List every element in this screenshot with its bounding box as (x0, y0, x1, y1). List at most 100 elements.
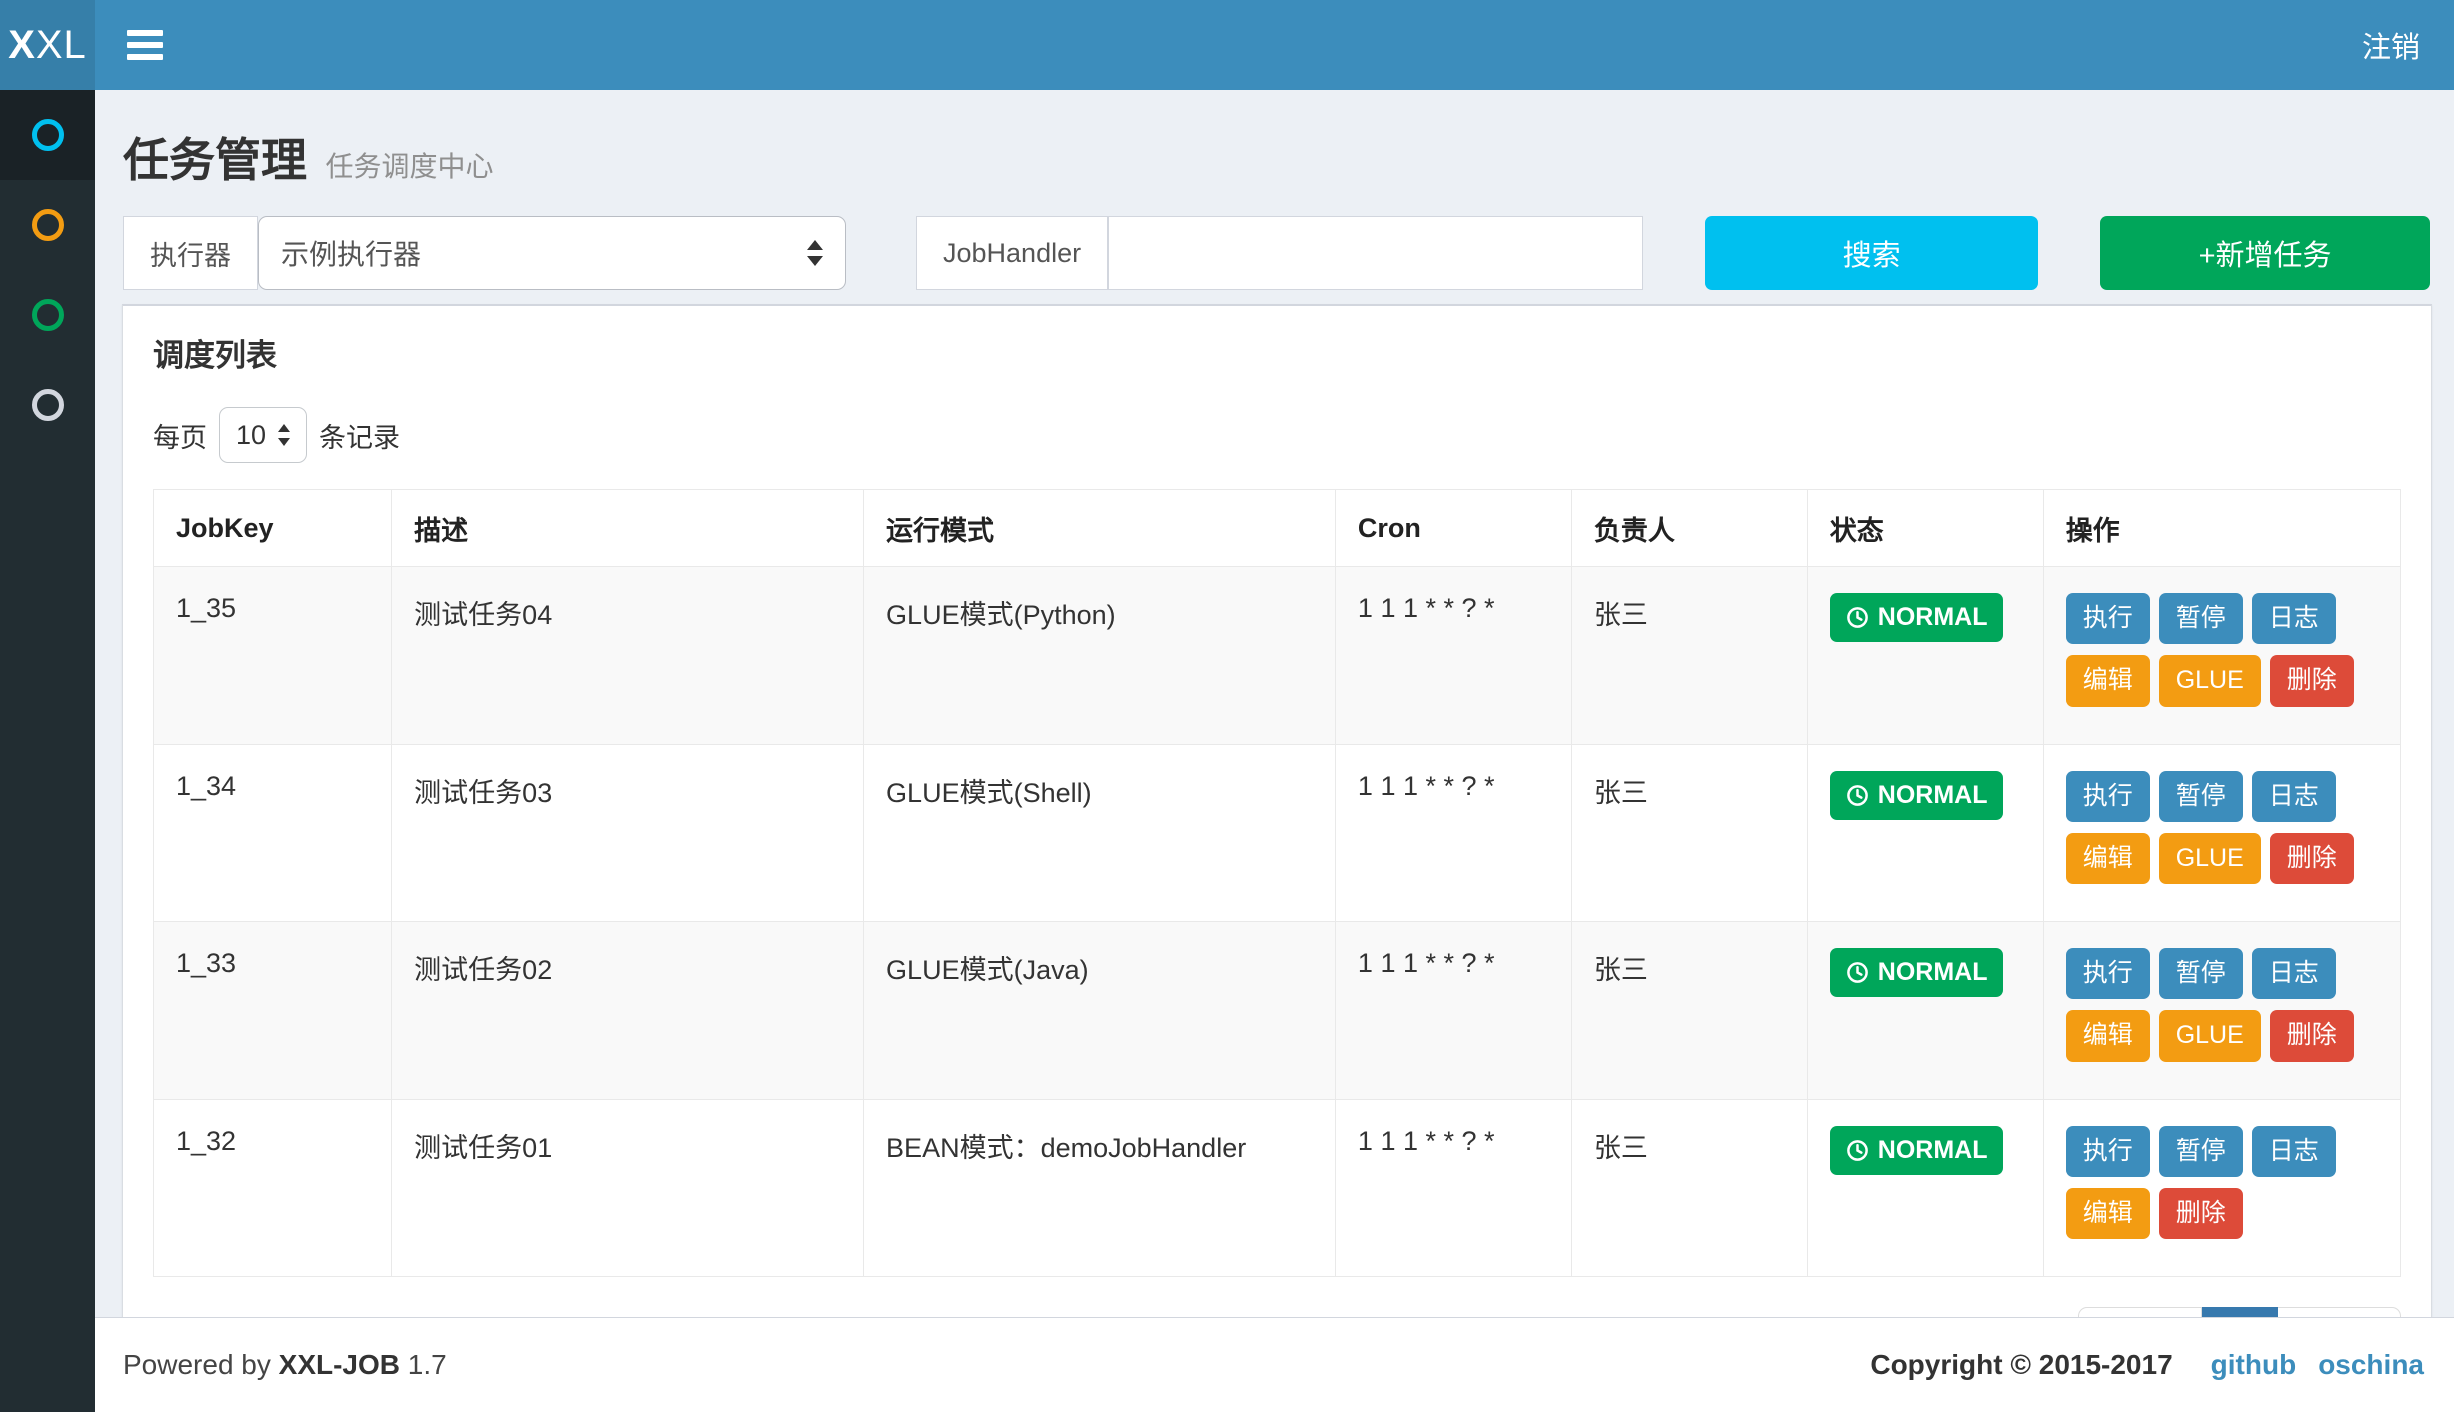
brand-name: XXL-JOB (279, 1349, 400, 1380)
column-header-0: JobKey (154, 490, 392, 567)
cell-description: 测试任务02 (392, 922, 864, 1100)
oschina-link[interactable]: oschina (2318, 1349, 2424, 1381)
status-text: NORMAL (1878, 781, 1988, 810)
sidebar-item-3[interactable] (0, 270, 95, 360)
pause-button[interactable]: 暂停 (2159, 1126, 2243, 1177)
edit-button[interactable]: 编辑 (2066, 655, 2150, 706)
column-header-4: 负责人 (1571, 490, 1807, 567)
glue-button[interactable]: GLUE (2159, 655, 2261, 706)
cell-jobkey: 1_34 (154, 744, 392, 922)
run-button[interactable]: 执行 (2066, 771, 2150, 822)
page-subtitle: 任务调度中心 (325, 151, 493, 182)
cell-jobkey: 1_35 (154, 567, 392, 745)
search-button[interactable]: 搜索 (1705, 216, 2038, 290)
logout-link[interactable]: 注销 (2328, 0, 2454, 90)
add-job-button[interactable]: +新增任务 (2100, 216, 2430, 290)
cell-cron: 1 1 1 * * ? * (1335, 567, 1571, 745)
clock-icon (1846, 1139, 1869, 1162)
content-header: 任务管理 任务调度中心 (95, 90, 2454, 208)
page-size-row: 每页 10 条记录 (153, 407, 2401, 463)
log-button[interactable]: 日志 (2252, 1126, 2336, 1177)
sidebar-item-2[interactable] (0, 180, 95, 270)
cell-owner: 张三 (1571, 567, 1807, 745)
edit-button[interactable]: 编辑 (2066, 1188, 2150, 1239)
select-arrows-icon (278, 424, 290, 446)
glue-button[interactable]: GLUE (2159, 1010, 2261, 1061)
page-size-suffix: 条记录 (319, 416, 400, 455)
cell-mode: GLUE模式(Java) (864, 922, 1336, 1100)
status-text: NORMAL (1878, 958, 1988, 987)
status-badge: NORMAL (1830, 593, 2004, 642)
delete-button[interactable]: 删除 (2159, 1188, 2243, 1239)
cell-status: NORMAL (1807, 567, 2043, 745)
clock-icon (1846, 606, 1869, 629)
page-size-prefix: 每页 (153, 416, 207, 455)
logo-text-bold: X (8, 23, 36, 68)
executor-label: 执行器 (123, 216, 258, 290)
executor-selected-value: 示例执行器 (281, 233, 421, 273)
cell-owner: 张三 (1571, 744, 1807, 922)
main-content: 任务管理 任务调度中心 执行器 示例执行器 JobHandler 搜索 +新增任… (95, 90, 2454, 1412)
status-text: NORMAL (1878, 603, 1988, 632)
brand-version: 1.7 (408, 1349, 447, 1380)
run-button[interactable]: 执行 (2066, 948, 2150, 999)
jobhandler-label: JobHandler (916, 216, 1108, 290)
cell-status: NORMAL (1807, 922, 2043, 1100)
log-button[interactable]: 日志 (2252, 593, 2336, 644)
log-button[interactable]: 日志 (2252, 771, 2336, 822)
schedule-list-panel: 调度列表 每页 10 条记录 JobKey描述运行模式Cron负责人状态操作 1… (122, 304, 2432, 1412)
sidebar-toggle-button[interactable] (109, 0, 181, 90)
cell-jobkey: 1_33 (154, 922, 392, 1100)
run-button[interactable]: 执行 (2066, 1126, 2150, 1177)
log-button[interactable]: 日志 (2252, 948, 2336, 999)
cell-description: 测试任务01 (392, 1099, 864, 1277)
clock-icon (1846, 784, 1869, 807)
page-size-select[interactable]: 10 (219, 407, 307, 463)
select-arrows-icon (807, 240, 823, 266)
run-button[interactable]: 执行 (2066, 593, 2150, 644)
cell-owner: 张三 (1571, 1099, 1807, 1277)
delete-button[interactable]: 删除 (2270, 1010, 2354, 1061)
panel-title: 调度列表 (153, 330, 2401, 375)
status-text: NORMAL (1878, 1136, 1988, 1165)
github-link[interactable]: github (2211, 1349, 2297, 1381)
page-size-value: 10 (236, 420, 266, 451)
table-row: 1_34 测试任务03 GLUE模式(Shell) 1 1 1 * * ? * … (154, 744, 2401, 922)
column-header-6: 操作 (2043, 490, 2400, 567)
pause-button[interactable]: 暂停 (2159, 593, 2243, 644)
powered-by-text: Powered by XXL-JOB 1.7 (123, 1349, 447, 1381)
app-window: XXL 注销 任务管理 任务调度中心 执行器 示例执行器 JobHandler … (0, 0, 2454, 1412)
pause-button[interactable]: 暂停 (2159, 948, 2243, 999)
pause-button[interactable]: 暂停 (2159, 771, 2243, 822)
executor-select[interactable]: 示例执行器 (258, 216, 846, 290)
sidebar-item-job-manage[interactable] (0, 90, 95, 180)
jobhandler-input[interactable] (1108, 216, 1643, 290)
glue-button[interactable]: GLUE (2159, 833, 2261, 884)
status-badge: NORMAL (1830, 771, 2004, 820)
edit-button[interactable]: 编辑 (2066, 833, 2150, 884)
delete-button[interactable]: 删除 (2270, 833, 2354, 884)
status-badge: NORMAL (1830, 1126, 2004, 1175)
sidebar-menu (0, 90, 95, 1412)
page-footer: Powered by XXL-JOB 1.7 Copyright © 2015-… (95, 1317, 2454, 1412)
column-header-2: 运行模式 (864, 490, 1336, 567)
page-title: 任务管理 (123, 134, 307, 186)
cell-actions: 执行暂停日志编辑GLUE删除 (2043, 567, 2400, 745)
edit-button[interactable]: 编辑 (2066, 1010, 2150, 1061)
cell-actions: 执行暂停日志编辑GLUE删除 (2043, 744, 2400, 922)
table-row: 1_32 测试任务01 BEAN模式：demoJobHandler 1 1 1 … (154, 1099, 2401, 1277)
status-badge: NORMAL (1830, 948, 2004, 997)
delete-button[interactable]: 删除 (2270, 655, 2354, 706)
cell-mode: BEAN模式：demoJobHandler (864, 1099, 1336, 1277)
cell-cron: 1 1 1 * * ? * (1335, 744, 1571, 922)
cell-actions: 执行暂停日志编辑GLUE删除 (2043, 922, 2400, 1100)
cell-mode: GLUE模式(Shell) (864, 744, 1336, 922)
circle-o-icon (32, 209, 64, 241)
sidebar-item-4[interactable] (0, 360, 95, 450)
filter-gap (846, 216, 916, 290)
column-header-5: 状态 (1807, 490, 2043, 567)
app-logo[interactable]: XXL (0, 0, 95, 90)
top-navbar: XXL 注销 (0, 0, 2454, 90)
table-body: 1_35 测试任务04 GLUE模式(Python) 1 1 1 * * ? *… (154, 567, 2401, 1277)
circle-o-icon (32, 119, 64, 151)
